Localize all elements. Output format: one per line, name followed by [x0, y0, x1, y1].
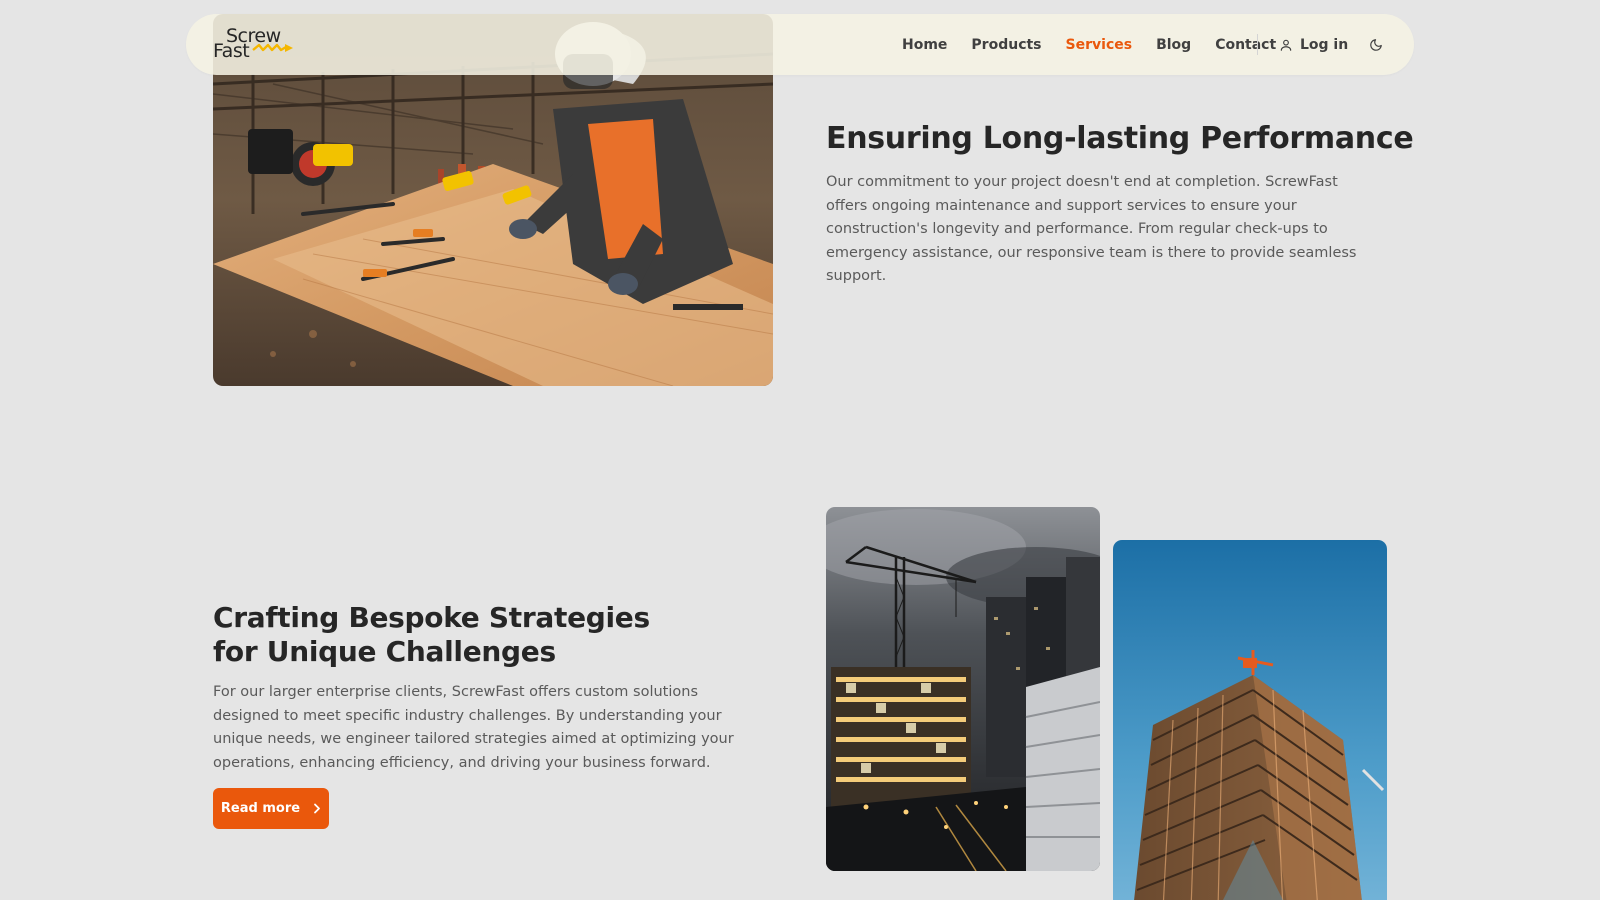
top-navbar: Screw Fast Home Products Services Blog C… — [186, 14, 1414, 75]
night-construction-photo — [826, 507, 1100, 871]
maintenance-description: Our commitment to your project doesn't e… — [826, 174, 1357, 284]
nav-contact[interactable]: Contact — [1215, 37, 1276, 53]
read-more-button[interactable]: Read more — [213, 788, 329, 829]
screwfast-logo[interactable]: Screw Fast — [213, 27, 295, 61]
login-label: Log in — [1300, 36, 1349, 53]
theme-toggle-button[interactable] — [1365, 34, 1387, 56]
login-button[interactable]: Log in — [1279, 14, 1348, 75]
tower-construction-photo — [1113, 540, 1387, 900]
maintenance-heading: Ensuring Long-lasting Performance — [826, 121, 1414, 156]
nav-blog[interactable]: Blog — [1156, 37, 1191, 53]
logo-text-line2: Fast — [213, 40, 250, 62]
nav-products[interactable]: Products — [971, 37, 1041, 53]
user-icon — [1280, 39, 1292, 51]
strategies-heading-line2: for Unique Challenges — [213, 635, 556, 668]
read-more-label: Read more — [220, 801, 301, 816]
nav-home[interactable]: Home — [902, 37, 947, 53]
nav-services[interactable]: Services — [1066, 37, 1133, 53]
strategies-description: For our larger enterprise clients, Screw… — [213, 684, 734, 771]
strategies-heading: Crafting Bespoke Strategies for Unique C… — [213, 601, 773, 669]
chevron-right-icon — [314, 803, 320, 814]
logo-screw-mark — [252, 43, 293, 52]
nav-divider — [1257, 34, 1258, 55]
strategies-heading-line1: Crafting Bespoke Strategies — [213, 601, 650, 634]
primary-nav: Home Products Services Blog Contact — [902, 14, 1300, 75]
moon-icon — [1370, 39, 1382, 51]
